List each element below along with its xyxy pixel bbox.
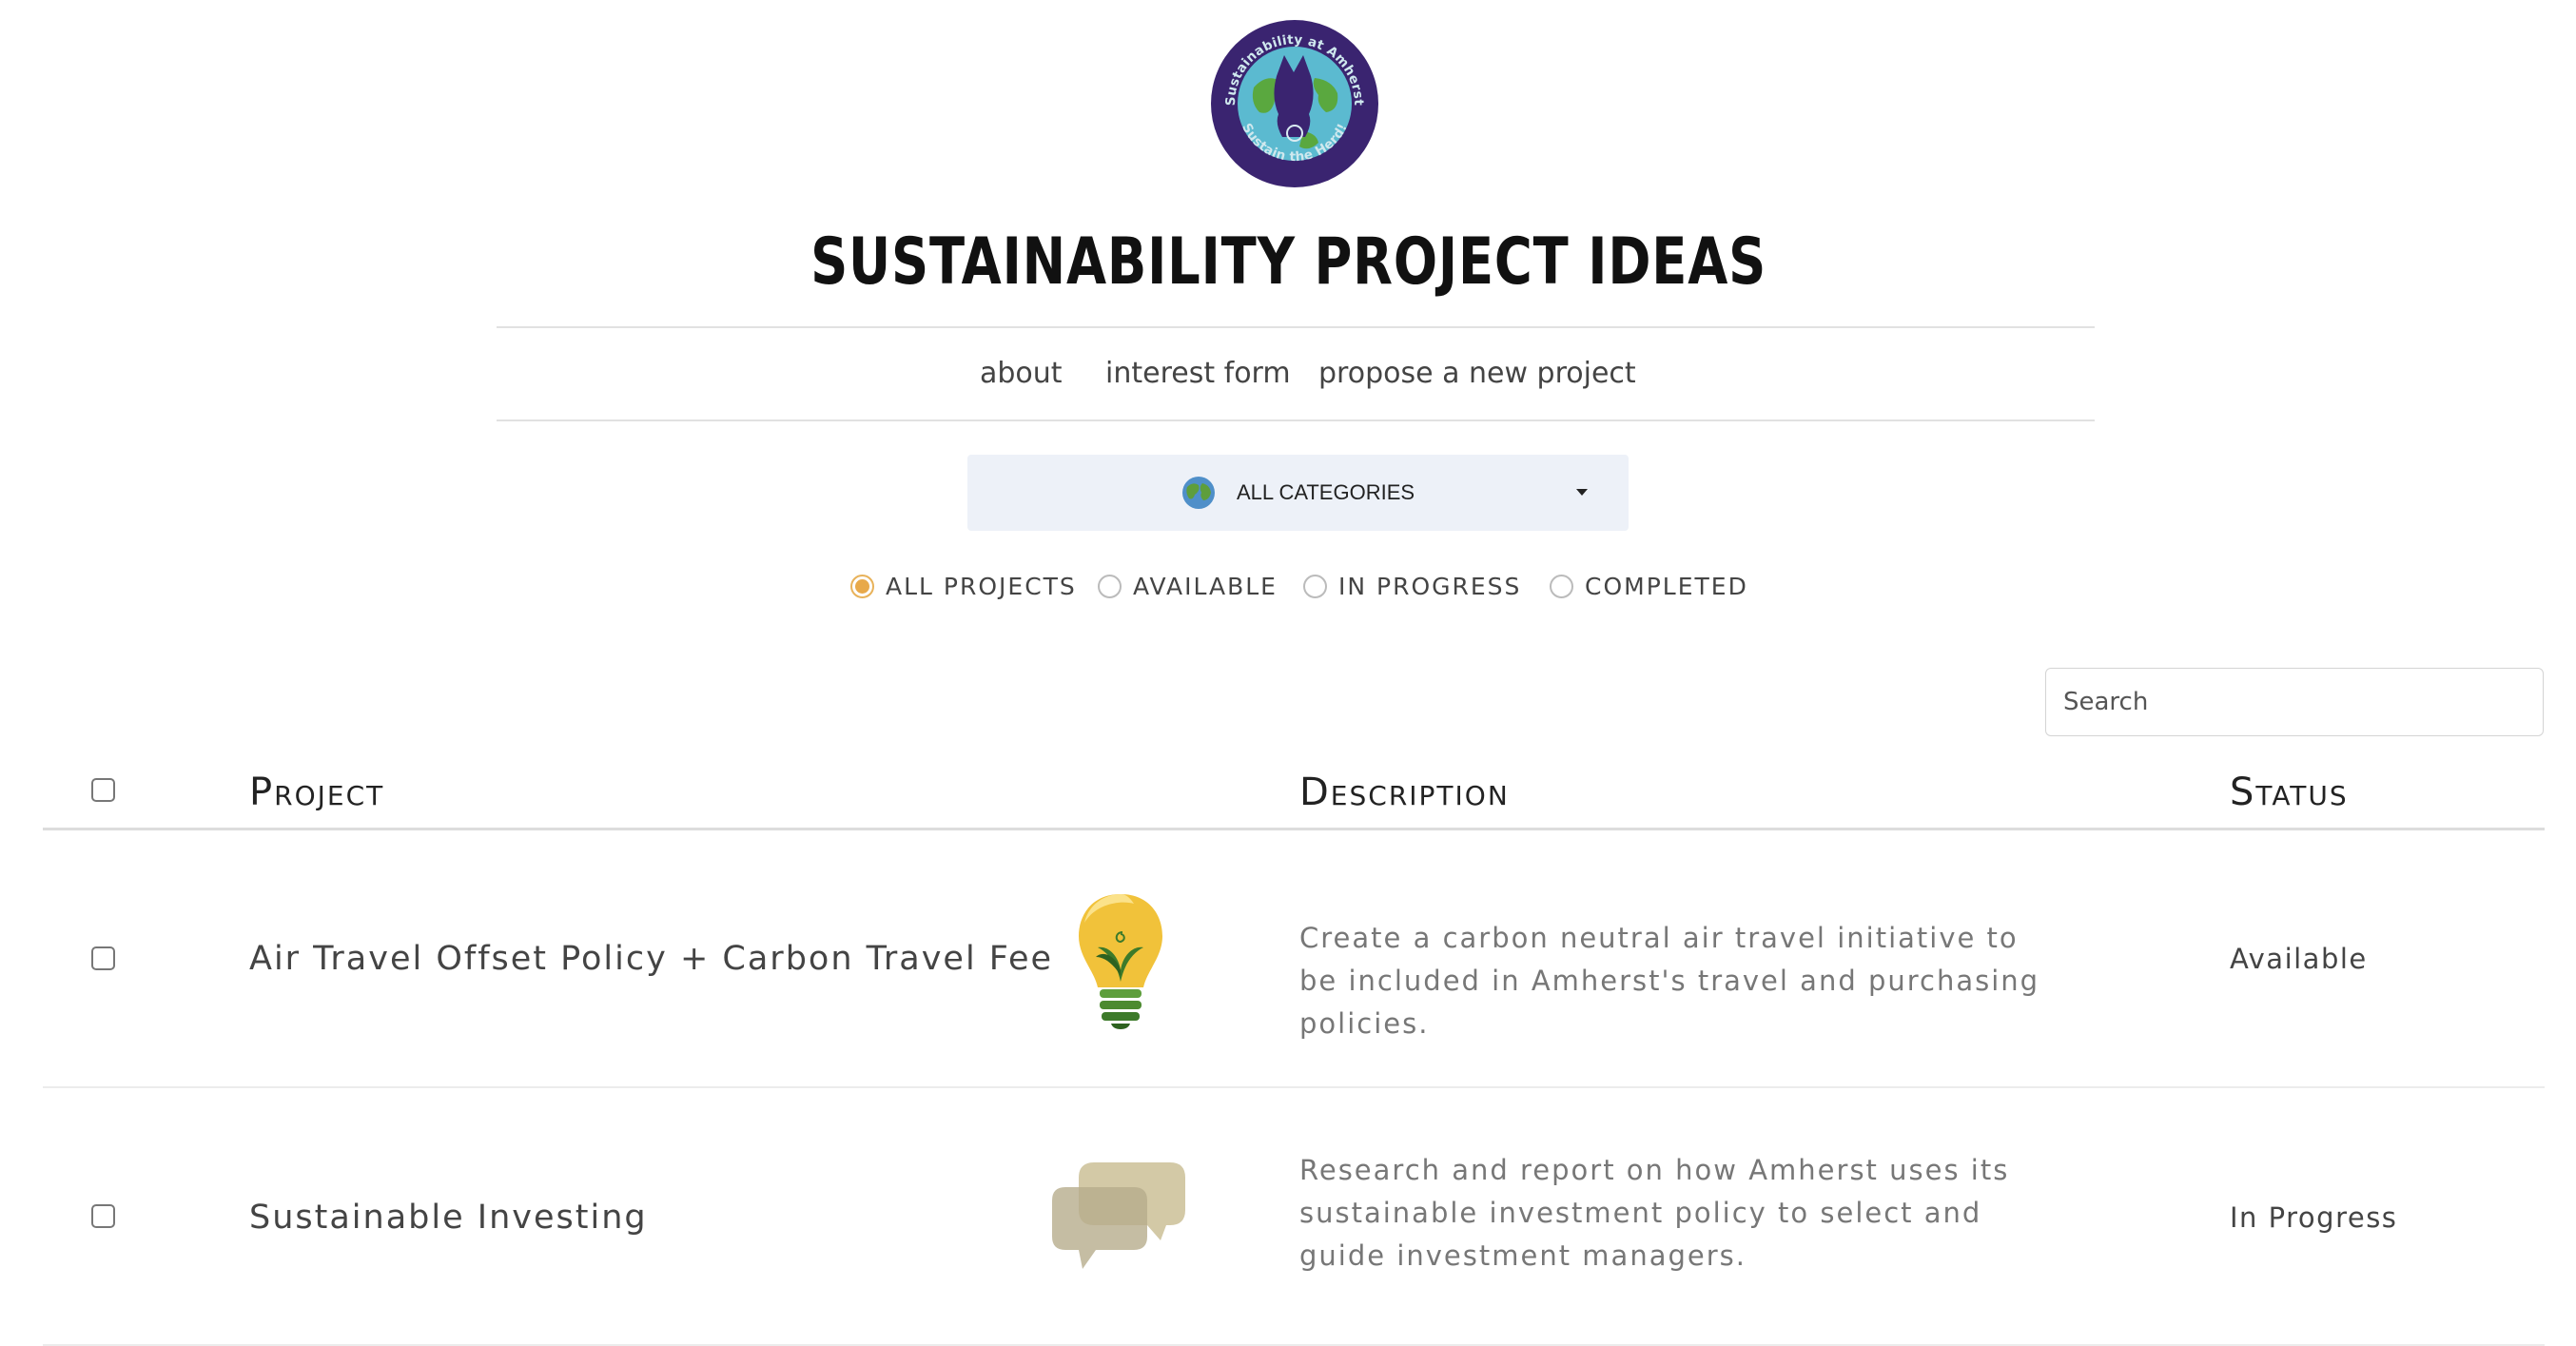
chevron-down-icon <box>1576 489 1588 496</box>
project-status: In Progress <box>2230 1201 2398 1234</box>
nav-interest-form-label[interactable]: interest form <box>1105 357 1291 390</box>
sustainability-logo: Sustainability at Amherst Sustain the He… <box>1210 19 1379 188</box>
radio-completed[interactable]: COMPLETED <box>1550 567 1748 605</box>
radio-label: IN PROGRESS <box>1338 572 1522 600</box>
row-checkbox[interactable] <box>91 1204 115 1228</box>
page-title: SUSTAINABILITY PROJECT IDEAS <box>810 224 1767 300</box>
lightbulb-leaf-icon <box>1075 890 1166 1029</box>
radio-button[interactable] <box>850 574 874 598</box>
row-checkbox[interactable] <box>91 946 115 970</box>
row-divider <box>43 1344 2545 1346</box>
radio-available[interactable]: AVAILABLE <box>1098 567 1278 605</box>
radio-label: COMPLETED <box>1585 572 1748 600</box>
select-all-checkbox[interactable] <box>91 778 115 802</box>
column-header-project[interactable]: Project <box>249 766 384 819</box>
radio-button[interactable] <box>1550 574 1573 598</box>
nav-propose-project-link[interactable]: propose a new project <box>1318 342 1636 403</box>
project-title[interactable]: Sustainable Investing <box>249 1193 648 1242</box>
nav-bottom-divider <box>497 419 2095 421</box>
globe-icon <box>1181 476 1216 510</box>
project-description: Research and report on how Amherst uses … <box>1299 1154 2010 1272</box>
radio-label: ALL PROJECTS <box>886 572 1077 600</box>
category-dropdown[interactable]: ALL CATEGORIES <box>967 455 1629 531</box>
column-header-status[interactable]: Status <box>2230 766 2349 819</box>
radio-all-projects[interactable]: ALL PROJECTS <box>850 567 1077 605</box>
search-input[interactable] <box>2045 668 2544 736</box>
nav-about-link[interactable]: about <box>980 342 1063 403</box>
nav-about-label[interactable]: about <box>980 357 1063 390</box>
radio-button[interactable] <box>1098 574 1122 598</box>
row-divider <box>43 1086 2545 1088</box>
project-status: Available <box>2230 943 2368 975</box>
column-header-description[interactable]: Description <box>1299 766 1510 819</box>
project-title[interactable]: Air Travel Offset Policy + Carbon Travel… <box>249 934 1053 984</box>
radio-label: AVAILABLE <box>1133 572 1278 600</box>
nav-interest-form-link[interactable]: interest form <box>1105 342 1291 403</box>
radio-in-progress[interactable]: IN PROGRESS <box>1303 567 1521 605</box>
nav-top-divider <box>497 326 2095 328</box>
nav-propose-label[interactable]: propose a new project <box>1318 357 1636 390</box>
table-header-divider <box>43 828 2545 830</box>
speech-bubbles-icon <box>1050 1159 1189 1273</box>
radio-button[interactable] <box>1303 574 1327 598</box>
project-description: Create a carbon neutral air travel initi… <box>1299 922 2040 1040</box>
category-selected-label: ALL CATEGORIES <box>1237 480 1415 504</box>
